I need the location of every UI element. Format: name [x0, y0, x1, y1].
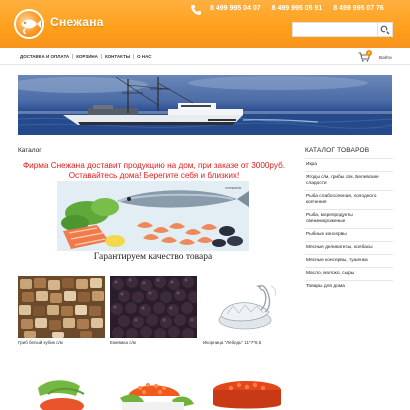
phone-numbers: 8 499 995 04 07 8 499 995 05 91 8 499 99…	[210, 5, 384, 12]
catalog-sidebar-title: КАТАЛОГ ТОВАРОВ	[305, 147, 370, 154]
sidebar-item-meat-delicacies[interactable]: Мясные деликатесы, колбасы	[305, 241, 393, 254]
sidebar-item-salted-smoked-fish[interactable]: Рыба слабосоленая, холодного копчения	[305, 190, 393, 209]
sidebar-item-dairy[interactable]: Масло, молоко, сыры	[305, 267, 393, 280]
product-image[interactable]	[18, 376, 105, 410]
cart-count-badge: 0	[366, 50, 372, 56]
promo-line: Фирма Снежана доставит продукцию на дом,…	[22, 161, 286, 170]
logo[interactable]	[14, 9, 44, 39]
product-image[interactable]	[203, 276, 290, 338]
nav-item-cart[interactable]: КОРЗИНА	[73, 54, 102, 59]
phone-number[interactable]: 8 499 995 07 76	[333, 5, 384, 12]
hero-slider[interactable]	[18, 75, 392, 135]
red-caviar-image	[110, 376, 197, 410]
product-card[interactable]: Гриб белый кубик с/м	[18, 276, 105, 345]
catalog-sidebar: Икра Ягоды с/м, грибы с/м, Белевские сла…	[305, 158, 393, 293]
search-input[interactable]	[292, 22, 378, 37]
caviar-greens-image	[18, 376, 105, 410]
product-card[interactable]: Ежевика с/м	[110, 276, 197, 345]
sidebar-item-berries-mushrooms[interactable]: Ягоды с/м, грибы с/м, Белевские сладости	[305, 171, 393, 190]
nav-item-delivery[interactable]: ДОСТАВКА И ОПЛАТА	[20, 54, 74, 59]
product-card[interactable]	[203, 376, 290, 410]
seafood-banner-image	[57, 181, 249, 251]
product-card[interactable]	[110, 376, 197, 410]
product-card[interactable]: Икорница "Лебедь" 11*7*8,5	[203, 276, 290, 345]
header-bar: Снежана 8 499 995 04 07 8 499 995 05 91 …	[0, 0, 410, 48]
product-name[interactable]: Ежевика с/м	[110, 340, 197, 345]
phone-number[interactable]: 8 499 995 04 07	[210, 5, 261, 12]
sidebar-item-household[interactable]: Товары для дома	[305, 280, 393, 293]
caviar-tin-image	[203, 376, 290, 410]
mushroom-image	[18, 276, 105, 338]
sidebar-item-caviar[interactable]: Икра	[305, 158, 393, 171]
swan-caviar-dish-image	[203, 276, 290, 338]
banner-brand-label: снежана	[225, 185, 241, 190]
phone-number[interactable]: 8 499 995 05 91	[272, 5, 323, 12]
phone-icon	[191, 5, 201, 15]
nav-item-contacts[interactable]: КОНТАКТЫ	[102, 54, 135, 59]
product-image[interactable]	[110, 276, 197, 338]
product-image[interactable]	[110, 376, 197, 410]
top-nav: ДОСТАВКА И ОПЛАТА КОРЗИНА КОНТАКТЫ О НАС	[0, 48, 410, 65]
nav-item-about[interactable]: О НАС	[134, 54, 154, 59]
product-grid: Гриб белый кубик с/м Ежевика с/м Икорниц…	[18, 276, 290, 346]
product-image[interactable]	[203, 376, 290, 410]
sidebar-item-fish-canned[interactable]: Рыбные консервы	[305, 228, 393, 241]
seafood-banner[interactable]: снежана	[57, 181, 249, 251]
product-name[interactable]: Гриб белый кубик с/м	[18, 340, 105, 345]
slider-prev-chevron-icon[interactable]: ‹	[22, 23, 27, 37]
sidebar-item-meat-canned[interactable]: Мясные консервы, тушенка	[305, 254, 393, 267]
slider-next-chevron-icon[interactable]: ›	[383, 23, 388, 37]
product-grid-row-2	[18, 376, 290, 410]
blackberry-image	[110, 276, 197, 338]
product-card[interactable]	[18, 376, 105, 410]
sidebar-item-frozen-seafood[interactable]: Рыба, морепродукты свежемороженые	[305, 209, 393, 228]
promo-text: Фирма Снежана доставит продукцию на дом,…	[18, 161, 290, 181]
quality-guarantee-text: Гарантируем качество товара	[93, 252, 213, 262]
promo-line: Оставайтесь дома! Берегите себя и близки…	[68, 171, 240, 180]
fishing-boat-image	[18, 76, 392, 135]
login-link[interactable]: Войти	[379, 55, 392, 60]
product-image[interactable]	[18, 276, 105, 338]
brand-name[interactable]: Снежана	[50, 15, 104, 29]
product-name[interactable]: Икорница "Лебедь" 11*7*8,5	[203, 340, 290, 345]
page-title: Каталог	[18, 147, 42, 154]
